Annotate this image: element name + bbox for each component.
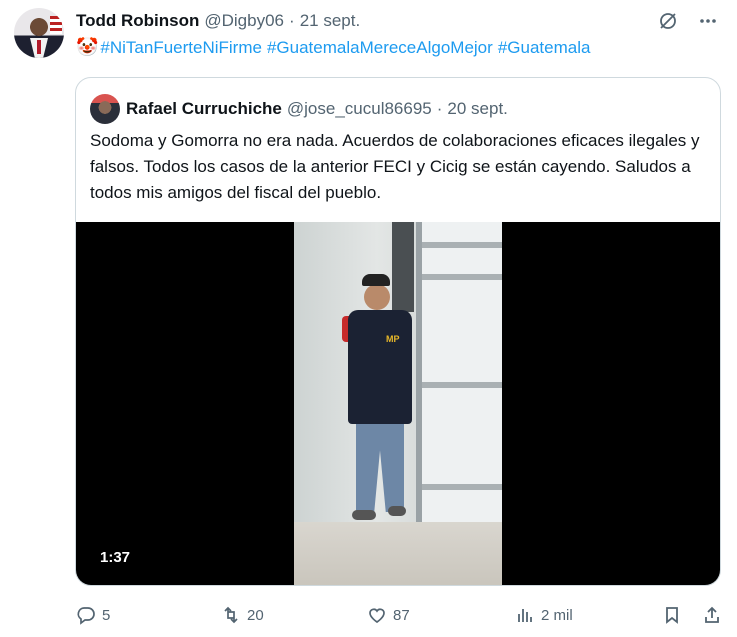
- quote-separator: ·: [436, 99, 443, 118]
- author-name[interactable]: Todd Robinson: [76, 11, 199, 31]
- tweet-date[interactable]: 21 sept.: [300, 11, 361, 31]
- vest: [348, 310, 412, 424]
- hashtag-link[interactable]: #GuatemalaMereceAlgoMejor: [267, 38, 493, 58]
- shoe: [388, 506, 406, 516]
- share-button[interactable]: [702, 605, 728, 625]
- header-separator: ·: [289, 11, 295, 30]
- bookmark-button[interactable]: [662, 605, 688, 625]
- shoe: [352, 510, 376, 520]
- views-icon: [518, 609, 532, 622]
- clown-emoji: 🤡: [76, 37, 99, 57]
- video-player[interactable]: MP 1:37: [76, 222, 720, 585]
- reply-count: 5: [102, 606, 111, 624]
- head: [364, 284, 390, 310]
- author-avatar[interactable]: [14, 8, 64, 58]
- tweet-text: 🤡 #NiTanFuerteNiFirme #GuatemalaMereceAl…: [76, 37, 595, 58]
- video-frame: MP: [294, 222, 502, 585]
- video-duration: 1:37: [100, 549, 131, 566]
- hashtag-link[interactable]: #NiTanFuerteNiFirme: [100, 38, 262, 58]
- quote-header: Rafael Curruchiche @jose_cucul86695 · 20…: [90, 94, 508, 124]
- floor: [294, 522, 502, 585]
- quote-text: Sodoma y Gomorra no era nada. Acuerdos d…: [90, 131, 700, 202]
- reply-icon: [77, 607, 95, 625]
- cap: [362, 274, 390, 286]
- share-icon: [705, 606, 719, 623]
- hashtag-link[interactable]: #Guatemala: [498, 38, 591, 58]
- quoted-tweet[interactable]: Rafael Curruchiche @jose_cucul86695 · 20…: [75, 77, 721, 586]
- quote-author-name[interactable]: Rafael Curruchiche: [126, 99, 282, 119]
- tweet-header: Todd Robinson @Digby06 · 21 sept.: [76, 10, 360, 32]
- like-icon: [369, 608, 385, 624]
- views-button[interactable]: 2 mil: [515, 605, 573, 625]
- author-handle[interactable]: @Digby06: [204, 11, 284, 31]
- quote-date[interactable]: 20 sept.: [447, 99, 508, 119]
- door-rail: [422, 242, 502, 248]
- retweet-icon: [224, 606, 238, 624]
- quote-author-handle[interactable]: @jose_cucul86695: [287, 99, 432, 119]
- like-count: 87: [393, 606, 410, 624]
- view-count: 2 mil: [541, 606, 573, 624]
- reply-button[interactable]: 5: [76, 605, 110, 625]
- tweet-actions-bar: 5 20 87 2 mil: [76, 602, 724, 628]
- quote-author-avatar[interactable]: [90, 94, 120, 124]
- tweet-top-actions: [657, 10, 719, 32]
- door-rail: [422, 274, 502, 280]
- like-button[interactable]: 87: [367, 605, 410, 625]
- person-figure: MP: [342, 274, 412, 524]
- retweet-count: 20: [247, 606, 264, 624]
- vest-logo: MP: [386, 334, 400, 344]
- door-rail: [422, 382, 502, 388]
- tie-graphic: [37, 40, 41, 54]
- retweet-button[interactable]: 20: [221, 605, 264, 625]
- door-rail: [422, 484, 502, 490]
- bookmark-icon: [666, 607, 678, 624]
- more-icon[interactable]: [697, 10, 719, 32]
- flag-graphic: [50, 16, 62, 34]
- legs: [356, 424, 404, 512]
- grok-icon[interactable]: [657, 10, 679, 32]
